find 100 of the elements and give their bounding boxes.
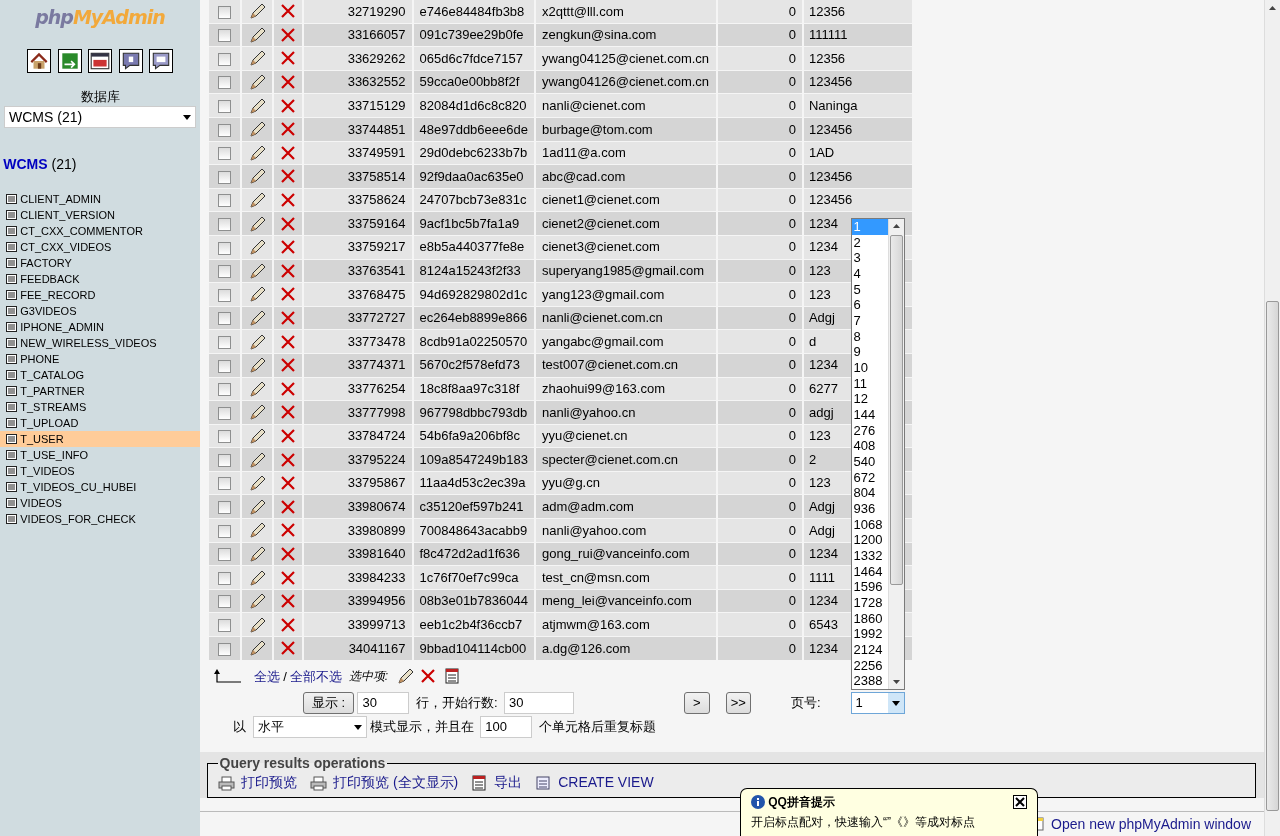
page-option[interactable]: 7 [851, 313, 888, 329]
sql-window-icon[interactable] [88, 48, 112, 73]
page-option[interactable]: 1068 [851, 516, 888, 533]
page-option[interactable]: 1728 [851, 594, 888, 611]
delete-icon[interactable] [279, 26, 296, 43]
delete-icon[interactable] [279, 144, 296, 161]
delete-icon[interactable] [279, 310, 296, 326]
edit-icon[interactable] [247, 215, 266, 232]
delete-icon[interactable] [279, 593, 296, 610]
edit-icon[interactable] [247, 3, 266, 20]
table-link[interactable]: CT_CXX_COMMENTOR [0, 223, 200, 240]
table-link[interactable]: NEW_WIRELESS_VIDEOS [0, 335, 200, 352]
delete-icon[interactable] [279, 451, 296, 468]
row-checkbox[interactable] [217, 406, 231, 420]
table-link[interactable]: PHONE [0, 351, 200, 368]
table-link[interactable]: FACTORY [0, 255, 200, 272]
delete-icon[interactable] [279, 121, 296, 138]
page-option[interactable]: 10 [851, 360, 888, 376]
delete-icon[interactable] [279, 498, 296, 515]
row-checkbox[interactable] [217, 52, 231, 66]
page-option[interactable]: 2124 [851, 641, 888, 658]
edit-icon[interactable] [247, 640, 266, 657]
delete-icon[interactable] [279, 50, 296, 67]
row-checkbox[interactable] [217, 571, 231, 585]
display-mode-select[interactable]: 水平 [252, 716, 367, 739]
scrollbar-thumb[interactable] [1266, 301, 1279, 811]
row-checkbox[interactable] [217, 265, 231, 279]
edit-icon[interactable] [247, 593, 266, 610]
next-page-button[interactable]: > [684, 692, 710, 715]
query-operation-link[interactable]: 打印预览 (全文显示) [333, 772, 459, 794]
edit-icon[interactable] [247, 192, 266, 209]
page-select[interactable]: 1 [850, 692, 905, 715]
edit-icon[interactable] [247, 616, 266, 633]
table-link[interactable]: T_VIDEOS [0, 463, 200, 480]
row-checkbox[interactable] [217, 548, 231, 562]
row-checkbox[interactable] [217, 241, 231, 255]
table-link[interactable]: T_STREAMS [0, 399, 200, 416]
edit-icon[interactable] [247, 357, 266, 374]
page-option[interactable]: 144 [851, 407, 888, 423]
delete-icon[interactable] [279, 333, 296, 350]
delete-icon[interactable] [279, 286, 296, 303]
delete-icon[interactable] [279, 640, 296, 657]
delete-icon[interactable] [279, 404, 296, 421]
table-link[interactable]: FEEDBACK [0, 271, 200, 288]
edit-icon[interactable] [247, 380, 266, 397]
delete-icon[interactable] [279, 569, 296, 586]
edit-icon[interactable] [247, 333, 266, 350]
edit-icon[interactable] [247, 239, 266, 256]
table-link[interactable]: T_PARTNER [0, 383, 200, 400]
row-checkbox[interactable] [217, 383, 231, 397]
edit-icon[interactable] [247, 26, 266, 43]
delete-icon[interactable] [279, 215, 296, 232]
database-title[interactable]: WCMS (21) [0, 154, 200, 176]
row-checkbox[interactable] [217, 642, 231, 656]
row-checkbox[interactable] [217, 595, 231, 609]
edit-icon[interactable] [247, 144, 266, 161]
edit-icon[interactable] [247, 404, 266, 421]
row-checkbox[interactable] [217, 524, 231, 538]
row-checkbox[interactable] [217, 312, 231, 326]
edit-icon[interactable] [247, 569, 266, 586]
page-option[interactable]: 11 [851, 375, 888, 392]
repeat-headers-field[interactable]: 100 [480, 716, 533, 739]
delete-icon[interactable] [279, 262, 296, 279]
row-checkbox[interactable] [217, 430, 231, 444]
delete-icon[interactable] [419, 668, 436, 685]
row-checkbox[interactable] [217, 477, 231, 491]
check-all-link[interactable]: 全选 [254, 666, 280, 687]
page-option[interactable]: 1860 [851, 610, 888, 627]
query-operation-link[interactable]: 导出 [494, 772, 523, 794]
table-link[interactable]: T_UPLOAD [0, 415, 200, 432]
table-link[interactable]: T_USER [0, 431, 200, 448]
delete-icon[interactable] [279, 545, 296, 562]
delete-icon[interactable] [279, 74, 296, 91]
table-link[interactable]: CLIENT_VERSION [0, 207, 200, 224]
close-icon[interactable] [1013, 795, 1027, 809]
delete-icon[interactable] [279, 616, 296, 633]
edit-icon[interactable] [247, 428, 266, 444]
row-checkbox[interactable] [217, 359, 231, 373]
page-option[interactable]: 1464 [851, 563, 888, 580]
export-icon[interactable] [443, 668, 460, 685]
table-link[interactable]: VIDEOS [0, 495, 200, 512]
delete-icon[interactable] [279, 97, 296, 114]
delete-icon[interactable] [279, 192, 296, 209]
scrollbar-thumb[interactable] [889, 235, 903, 586]
edit-icon[interactable] [247, 50, 266, 67]
edit-icon[interactable] [247, 262, 266, 279]
row-checkbox[interactable] [217, 147, 231, 161]
page-option[interactable]: 2 [851, 234, 888, 251]
row-checkbox[interactable] [217, 194, 231, 208]
exit-icon[interactable] [57, 48, 82, 73]
row-checkbox[interactable] [217, 5, 231, 19]
table-link[interactable]: IPHONE_ADMIN [0, 319, 200, 336]
edit-icon[interactable] [395, 668, 414, 685]
edit-icon[interactable] [247, 522, 266, 539]
table-link[interactable]: VIDEOS_FOR_CHECK [0, 511, 200, 528]
row-checkbox[interactable] [217, 217, 231, 231]
edit-icon[interactable] [247, 451, 266, 468]
table-link[interactable]: FEE_RECORD [0, 287, 200, 304]
row-checkbox[interactable] [217, 453, 231, 467]
edit-icon[interactable] [247, 121, 266, 138]
